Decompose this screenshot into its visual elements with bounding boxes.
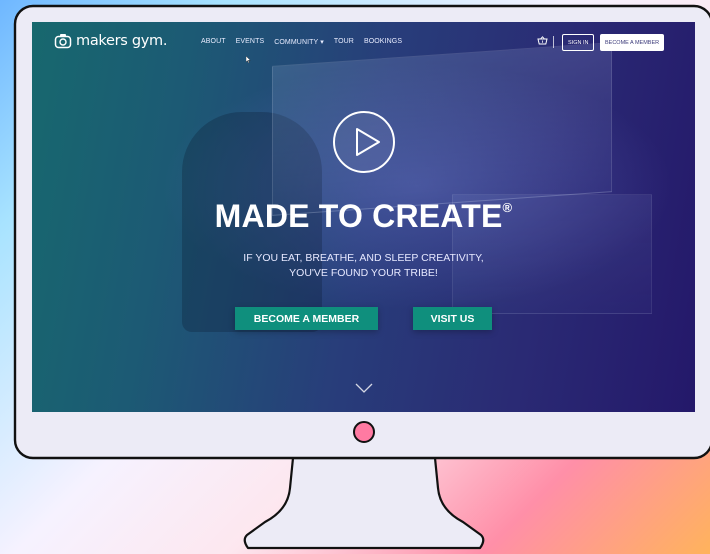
become-member-nav-button[interactable]: BECOME A MEMBER (600, 34, 665, 51)
background-editing-monitor (272, 42, 612, 216)
hero-headline: MADE TO CREATE® (32, 198, 695, 235)
hero-headline-text: MADE TO CREATE (214, 198, 503, 234)
monitor-power-button (353, 421, 375, 443)
become-member-cta-button[interactable]: BECOME A MEMBER (235, 307, 378, 330)
nav-link-tour[interactable]: TOUR (334, 38, 354, 46)
visit-us-cta-button[interactable]: VISIT US (413, 307, 492, 330)
chevron-down-icon[interactable] (355, 383, 373, 393)
nav-link-bookings[interactable]: BOOKINGS (364, 38, 402, 46)
logo-text: makers gym. (76, 33, 168, 49)
hero-subline-1: IF YOU EAT, BREATHE, AND SLEEP CREATIVIT… (243, 252, 484, 264)
play-video-button[interactable] (332, 110, 396, 174)
hero-subline-2: YOU'VE FOUND YOUR TRIBE! (289, 267, 438, 279)
registered-mark: ® (502, 200, 513, 215)
nav-link-events[interactable]: EVENTS (236, 38, 265, 46)
sign-in-button[interactable]: SIGN IN (562, 34, 595, 51)
website-screen: makers gym. ABOUT EVENTS COMMUNITY ▾ TOU… (32, 22, 695, 412)
nav-links: ABOUT EVENTS COMMUNITY ▾ TOUR BOOKINGS (201, 38, 402, 46)
cursor-icon (246, 56, 251, 63)
nav-link-community[interactable]: COMMUNITY ▾ (274, 38, 324, 46)
site-logo[interactable]: makers gym. (54, 33, 167, 49)
nav-divider (553, 36, 554, 48)
logo-mark-icon (54, 34, 72, 49)
cart-icon[interactable] (537, 36, 548, 47)
top-navigation: makers gym. ABOUT EVENTS COMMUNITY ▾ TOU… (32, 22, 695, 62)
nav-link-about[interactable]: ABOUT (201, 38, 226, 46)
